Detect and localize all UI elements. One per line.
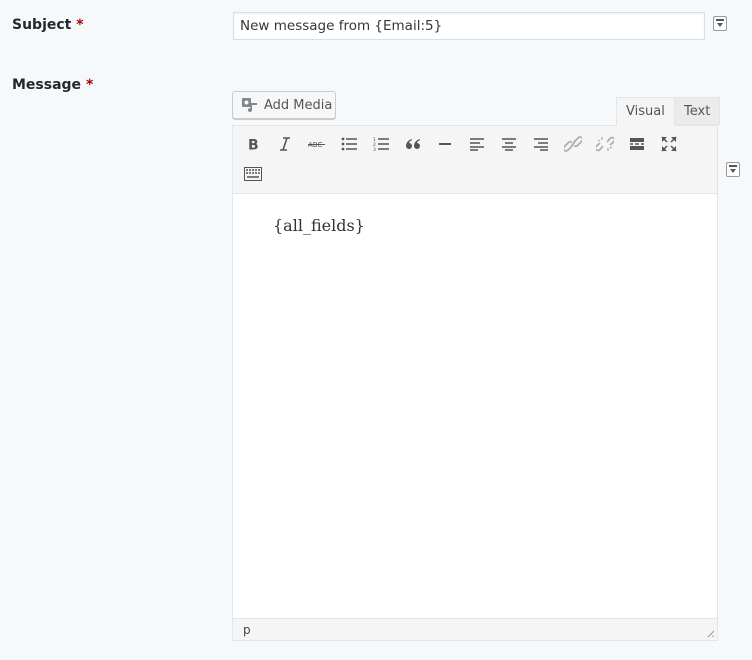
element-path[interactable]: p bbox=[243, 623, 251, 637]
subject-input[interactable] bbox=[233, 12, 705, 40]
bold-icon[interactable]: B bbox=[240, 131, 266, 157]
message-label-text: Message bbox=[12, 77, 82, 93]
merge-tag-dropdown-icon[interactable] bbox=[713, 16, 727, 31]
horizontal-line-icon[interactable] bbox=[432, 131, 458, 157]
subject-label-text: Subject bbox=[12, 17, 72, 33]
required-marker: * bbox=[85, 77, 94, 93]
blockquote-icon[interactable] bbox=[400, 131, 426, 157]
fullscreen-icon[interactable] bbox=[656, 131, 682, 157]
subject-label: Subject * bbox=[12, 17, 84, 33]
read-more-icon[interactable] bbox=[624, 131, 650, 157]
add-media-button[interactable]: Add Media bbox=[232, 91, 336, 119]
tab-visual[interactable]: Visual bbox=[616, 97, 675, 126]
tab-text[interactable]: Text bbox=[674, 97, 721, 125]
message-editor: B ABC 123 bbox=[232, 125, 718, 641]
editor-statusbar: p bbox=[233, 618, 717, 640]
align-right-icon[interactable] bbox=[528, 131, 554, 157]
merge-tag-dropdown-icon[interactable] bbox=[726, 162, 740, 177]
media-icon bbox=[242, 98, 257, 113]
bulleted-list-icon[interactable] bbox=[336, 131, 362, 157]
numbered-list-icon[interactable]: 123 bbox=[368, 131, 394, 157]
add-media-label: Add Media bbox=[264, 97, 333, 113]
editor-toolbar: B ABC 123 bbox=[233, 126, 717, 194]
required-marker: * bbox=[76, 17, 84, 33]
align-center-icon[interactable] bbox=[496, 131, 522, 157]
message-label: Message * bbox=[12, 77, 93, 93]
resize-handle-icon[interactable] bbox=[705, 628, 714, 637]
svg-text:B: B bbox=[248, 138, 259, 152]
insert-link-icon[interactable] bbox=[560, 131, 586, 157]
toolbar-toggle-icon[interactable] bbox=[240, 161, 266, 187]
svg-text:3: 3 bbox=[373, 147, 376, 151]
align-left-icon[interactable] bbox=[464, 131, 490, 157]
editor-content[interactable]: {all_fields} bbox=[273, 216, 365, 235]
strikethrough-icon[interactable]: ABC bbox=[304, 131, 330, 157]
remove-link-icon[interactable] bbox=[592, 131, 618, 157]
italic-icon[interactable] bbox=[272, 131, 298, 157]
